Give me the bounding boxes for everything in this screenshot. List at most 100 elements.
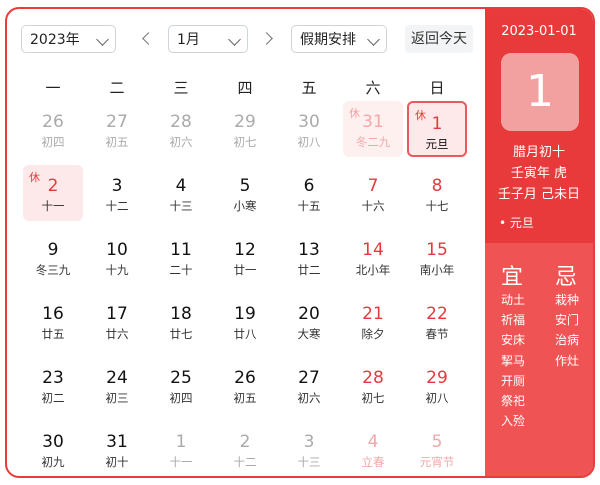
day-number: 26 [234,368,256,388]
holiday-select[interactable]: 假期安排 [291,25,387,53]
lunar-date: 腊月初十 [512,145,565,160]
day-cell[interactable]: 3 十二 [87,165,147,221]
day-number: 15 [426,240,448,260]
day-cell[interactable]: 14 北小年 [343,229,403,285]
day-cell[interactable]: 25 初四 [151,357,211,413]
day-number: 5 [239,176,251,196]
day-number: 21 [362,304,384,324]
day-cell[interactable]: 18 廿七 [151,293,211,349]
month-select[interactable]: 1月 [168,25,248,53]
prev-month-icon[interactable] [137,29,157,49]
day-number: 3 [303,432,315,452]
ji-item: 栽种 [555,293,580,307]
day-number: 24 [106,368,128,388]
day-cell[interactable]: 17 廿六 [87,293,147,349]
ji-item: 治病 [555,333,580,348]
day-cell[interactable]: 13 廿二 [279,229,339,285]
day-number: 30 [298,112,320,132]
day-cell[interactable]: 15 南小年 [407,229,467,285]
lunar-label: 初四 [169,391,193,405]
day-cell[interactable]: 23 初二 [23,357,83,413]
day-cell[interactable]: 27 初六 [279,357,339,413]
day-cell[interactable]: 5 小寒 [215,165,275,221]
day-cell[interactable]: 28 初六 [151,101,211,157]
day-cell[interactable]: 10 十九 [87,229,147,285]
day-cell[interactable]: 11 二十 [151,229,211,285]
lunar-label: 春节 [425,327,449,341]
day-cell[interactable]: 20 大寒 [279,293,339,349]
holiday-select-value: 假期安排 [300,32,356,48]
day-cell[interactable]: 28 初七 [343,357,403,413]
lunar-label: 元宵节 [419,455,455,469]
day-cell[interactable]: 2 十二 [215,421,275,476]
day-cell[interactable]: 16 廿五 [23,293,83,349]
day-number: 1 [431,114,443,134]
weekday-label: 二 [109,79,125,97]
day-cell[interactable]: 休 2 十一 [23,165,83,221]
day-number: 26 [42,112,64,132]
lunar-label: 十二 [233,455,257,469]
lunar-label: 除夕 [361,327,385,341]
lunar-label: 元旦 [425,137,449,151]
lunar-label: 初八 [297,135,321,149]
calendar-main: 2023年 1月 假期安排 返回今天 一 二 三 四 五 六 日 26 初四 27 [7,9,485,476]
day-cell[interactable]: 4 立春 [343,421,403,476]
lunar-label: 十三 [169,199,193,213]
day-cell[interactable]: 12 廿一 [215,229,275,285]
day-number: 1 [175,432,187,452]
day-detail-panel: 2023-01-01 1 腊月初十 壬寅年 虎 壬子月 己未日 • 元旦 宜 忌… [485,9,593,476]
day-cell[interactable]: 4 十三 [151,165,211,221]
day-cell[interactable]: 3 十三 [279,421,339,476]
day-number: 19 [234,304,256,324]
day-cell[interactable]: 30 初八 [279,101,339,157]
chevron-down-icon [367,33,380,46]
day-cell[interactable]: 21 除夕 [343,293,403,349]
day-number: 7 [367,176,379,196]
lunar-label: 初四 [41,135,65,149]
day-cell[interactable]: 7 十六 [343,165,403,221]
chevron-down-icon [96,33,109,46]
day-cell[interactable]: 休 31 冬二九 [343,101,403,157]
day-cell[interactable]: 31 初十 [87,421,147,476]
day-number: 27 [106,112,128,132]
day-number: 23 [42,368,64,388]
year-select[interactable]: 2023年 [21,25,116,53]
day-number: 3 [111,176,123,196]
day-cell[interactable]: 9 冬三九 [23,229,83,285]
lunar-label: 廿八 [233,327,257,341]
lunar-label: 廿六 [105,327,129,341]
lunar-label: 初九 [41,455,65,469]
day-cell[interactable]: 26 初四 [23,101,83,157]
day-number: 29 [426,368,448,388]
lunar-label: 廿二 [297,263,321,277]
day-cell[interactable]: 5 元宵节 [407,421,467,476]
day-cell[interactable]: 22 春节 [407,293,467,349]
day-cell[interactable]: 8 十七 [407,165,467,221]
yi-ji-section: 宜 忌 动土 祈福 安床 挈马 开厕 祭祀 入殓 栽种 安门 治病 作灶 [485,243,593,476]
lunar-label: 初六 [297,391,321,405]
day-number: 6 [303,176,315,196]
yi-item: 祈福 [501,313,526,328]
next-month-icon[interactable] [259,29,279,49]
lunar-month-day: 壬子月 己未日 [497,187,581,202]
day-cell[interactable]: 6 十五 [279,165,339,221]
back-to-today-button[interactable]: 返回今天 [405,25,473,53]
day-number: 10 [106,240,128,260]
day-cell[interactable]: 26 初五 [215,357,275,413]
day-cell[interactable]: 29 初七 [215,101,275,157]
day-cell[interactable]: 休 1 元旦 [407,101,467,157]
day-cell[interactable]: 27 初五 [87,101,147,157]
day-cell[interactable]: 24 初三 [87,357,147,413]
day-number: 12 [234,240,256,260]
day-cell[interactable]: 29 初八 [407,357,467,413]
chevron-down-icon [228,33,241,46]
day-cell[interactable]: 30 初九 [23,421,83,476]
day-cell[interactable]: 1 十一 [151,421,211,476]
month-select-value: 1月 [177,32,200,48]
day-number: 25 [170,368,192,388]
day-cell[interactable]: 19 廿八 [215,293,275,349]
day-number: 16 [42,304,64,324]
festival-label: • 元旦 [499,216,534,230]
lunar-label: 二十 [169,263,193,277]
day-number: 22 [426,304,448,324]
